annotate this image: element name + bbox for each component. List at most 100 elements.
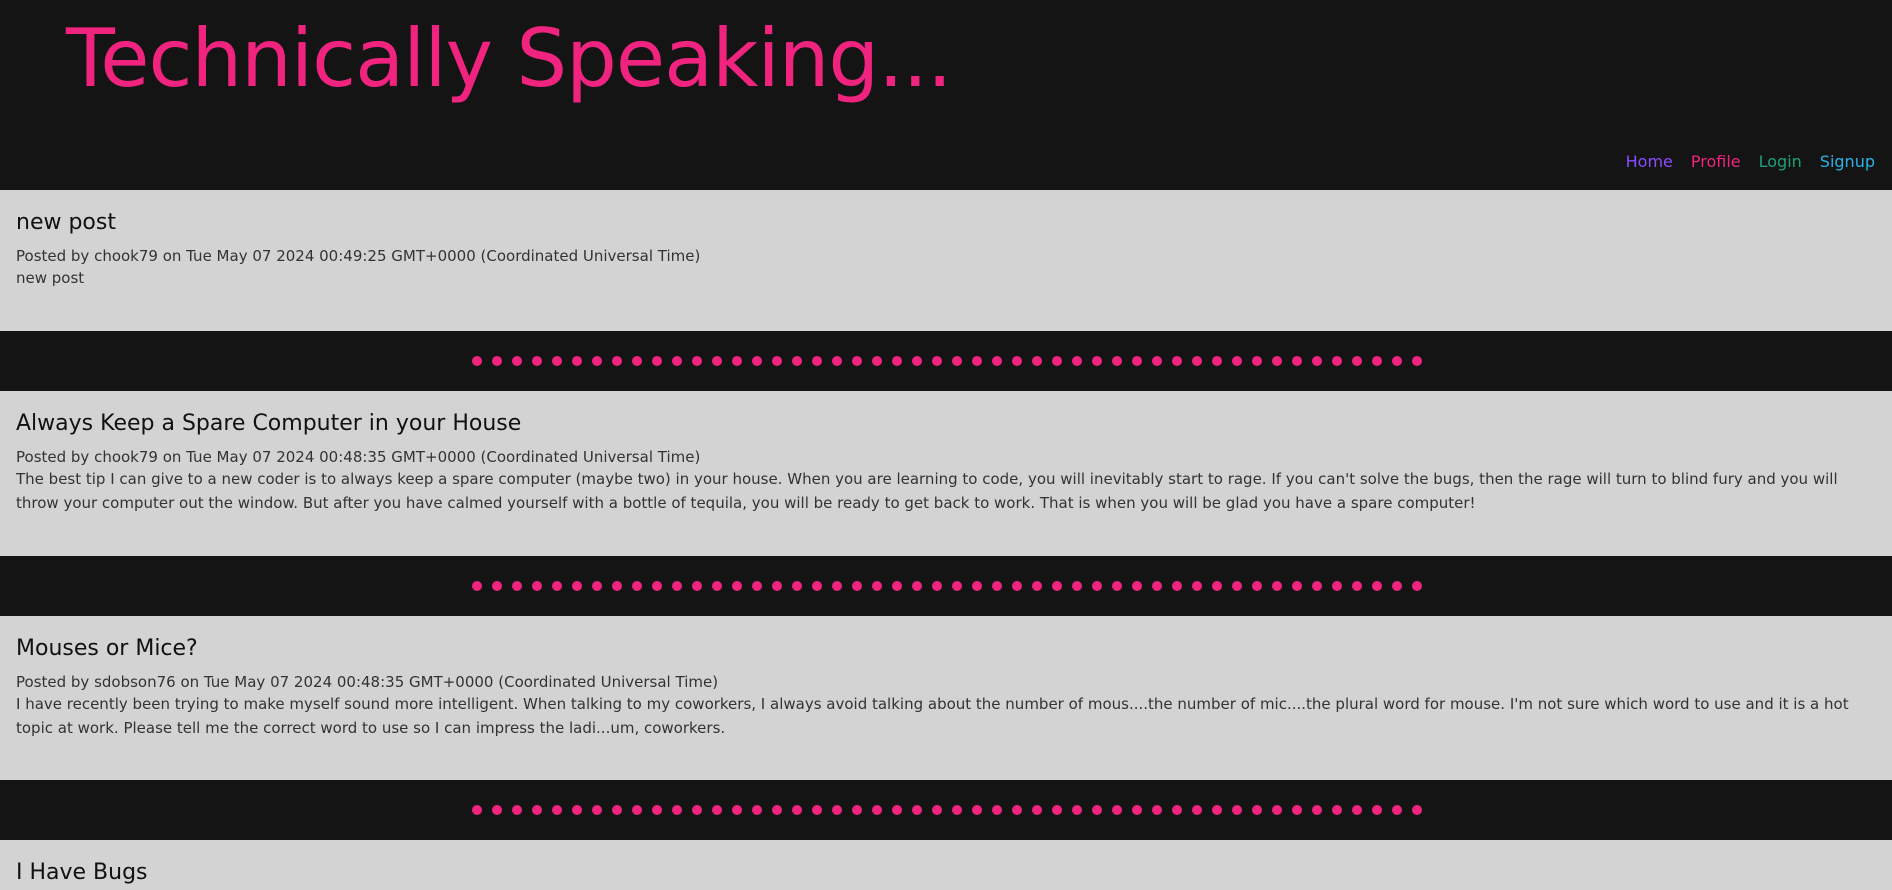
dotted-separator <box>0 331 1892 391</box>
separator-dot <box>492 581 502 591</box>
separator-dot <box>1152 356 1162 366</box>
separator-dot <box>1012 805 1022 815</box>
separator-dot <box>1392 581 1402 591</box>
site-header: Technically Speaking... Home Profile Log… <box>0 0 1892 190</box>
separator-dot <box>712 356 722 366</box>
separator-dot <box>1392 356 1402 366</box>
post-meta: Posted by chook79 on Tue May 07 2024 00:… <box>16 448 701 467</box>
separator-dot <box>512 356 522 366</box>
separator-dot <box>1172 805 1182 815</box>
separator-dot <box>572 581 582 591</box>
separator-dot <box>1272 805 1282 815</box>
separator-dot <box>612 581 622 591</box>
separator-dot <box>1012 356 1022 366</box>
separator-dot <box>1372 581 1382 591</box>
separator-dot <box>1372 356 1382 366</box>
separator-dot <box>1072 805 1082 815</box>
separator-dot <box>532 805 542 815</box>
separator-dot <box>752 581 762 591</box>
separator-dot <box>952 581 962 591</box>
separator-dot <box>632 581 642 591</box>
separator-dot <box>752 356 762 366</box>
separator-dot <box>1092 805 1102 815</box>
post-title[interactable]: I Have Bugs <box>16 860 1876 886</box>
separator-dot <box>992 805 1002 815</box>
separator-dot <box>1172 356 1182 366</box>
separator-dot <box>1332 805 1342 815</box>
separator-dot <box>772 805 782 815</box>
separator-dot <box>692 805 702 815</box>
separator-dot <box>1252 805 1262 815</box>
separator-dot <box>1192 356 1202 366</box>
separator-dot <box>832 805 842 815</box>
separator-dot <box>532 581 542 591</box>
separator-dot <box>632 356 642 366</box>
separator-dot <box>732 356 742 366</box>
separator-dot <box>552 805 562 815</box>
separator-dot <box>1052 805 1062 815</box>
separator-dot <box>912 581 922 591</box>
separator-dots <box>472 356 1422 366</box>
separator-dot <box>672 356 682 366</box>
separator-dot <box>552 356 562 366</box>
separator-dot <box>1232 805 1242 815</box>
separator-dot <box>1132 805 1142 815</box>
separator-dot <box>692 581 702 591</box>
separator-dot <box>1372 805 1382 815</box>
post-title[interactable]: Always Keep a Spare Computer in your Hou… <box>16 411 1876 437</box>
separator-dots <box>472 581 1422 591</box>
separator-dot <box>872 805 882 815</box>
separator-dot <box>1412 805 1422 815</box>
separator-dot <box>1072 356 1082 366</box>
separator-dot <box>1332 356 1342 366</box>
separator-dot <box>572 805 582 815</box>
separator-dot <box>812 356 822 366</box>
dotted-separator <box>0 556 1892 616</box>
separator-dot <box>672 805 682 815</box>
post-title[interactable]: new post <box>16 210 1876 236</box>
separator-dot <box>1352 356 1362 366</box>
separator-dot <box>1252 356 1262 366</box>
separator-dot <box>1172 581 1182 591</box>
separator-dot <box>1392 805 1402 815</box>
nav-link-login[interactable]: Login <box>1759 152 1802 171</box>
separator-dot <box>892 581 902 591</box>
separator-dot <box>1052 356 1062 366</box>
separator-dot <box>1192 581 1202 591</box>
nav-link-profile[interactable]: Profile <box>1691 152 1741 171</box>
post-card: I Have Bugs <box>0 840 1892 890</box>
separator-dot <box>732 805 742 815</box>
separator-dot <box>592 581 602 591</box>
separator-dot <box>1292 356 1302 366</box>
separator-dot <box>932 581 942 591</box>
separator-dot <box>792 581 802 591</box>
dotted-separator <box>0 780 1892 840</box>
separator-dot <box>1132 581 1142 591</box>
post-card: Mouses or Mice? Posted by sdobson76 on T… <box>0 616 1892 780</box>
separator-dot <box>692 356 702 366</box>
separator-dot <box>1032 805 1042 815</box>
separator-dot <box>612 805 622 815</box>
post-title[interactable]: Mouses or Mice? <box>16 636 1876 662</box>
separator-dot <box>912 356 922 366</box>
separator-dot <box>712 805 722 815</box>
separator-dot <box>772 356 782 366</box>
separator-dot <box>792 356 802 366</box>
separator-dot <box>812 581 822 591</box>
site-title: Technically Speaking... <box>66 12 952 105</box>
separator-dot <box>572 356 582 366</box>
separator-dot <box>992 356 1002 366</box>
separator-dot <box>872 356 882 366</box>
separator-dot <box>1252 581 1262 591</box>
separator-dot <box>1412 581 1422 591</box>
separator-dot <box>772 581 782 591</box>
nav-link-home[interactable]: Home <box>1626 152 1673 171</box>
separator-dot <box>1332 581 1342 591</box>
separator-dot <box>1212 356 1222 366</box>
separator-dot <box>892 805 902 815</box>
separator-dot <box>972 805 982 815</box>
nav-link-signup[interactable]: Signup <box>1820 152 1875 171</box>
separator-dot <box>1212 581 1222 591</box>
separator-dot <box>1292 805 1302 815</box>
post-meta: Posted by chook79 on Tue May 07 2024 00:… <box>16 247 701 266</box>
